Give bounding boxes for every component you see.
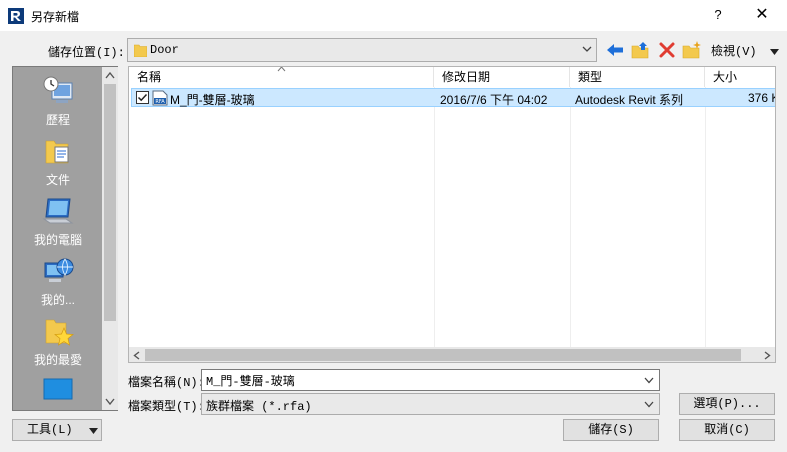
column-divider <box>570 87 571 347</box>
rfa-file-icon: RFA <box>152 90 168 106</box>
revit-app-icon <box>8 8 24 24</box>
computer-icon <box>42 198 74 224</box>
new-folder-icon[interactable] <box>681 40 703 60</box>
file-type: Autodesk Revit 系列 <box>575 93 684 107</box>
places-scroll-thumb[interactable] <box>104 84 116 321</box>
place-network-label: 我的... <box>40 293 75 307</box>
place-computer[interactable]: 我的電腦 <box>13 195 103 248</box>
file-size: 376 K <box>748 91 775 105</box>
chevron-down-icon <box>582 46 592 52</box>
place-favorites-label: 我的最愛 <box>33 353 82 367</box>
place-history[interactable]: 歷程 <box>13 75 103 128</box>
save-location-dropdown[interactable]: Door <box>127 38 597 62</box>
column-header-modified[interactable]: 修改日期 <box>434 67 570 87</box>
back-arrow-icon[interactable] <box>604 40 626 60</box>
views-menu-button[interactable]: 檢視(V) <box>711 42 779 59</box>
file-name-label: 檔案名稱(N): <box>128 376 205 390</box>
cancel-button[interactable]: 取消(C) <box>679 419 775 441</box>
place-documents-label: 文件 <box>45 173 70 187</box>
chevron-down-icon <box>769 48 779 55</box>
desktop-icon <box>43 378 73 400</box>
checkbox-checked-icon[interactable] <box>136 91 149 104</box>
save-button[interactable]: 儲存(S) <box>563 419 659 441</box>
help-button[interactable]: ? <box>706 4 730 26</box>
column-divider <box>705 87 706 347</box>
file-row[interactable]: RFA M_門-雙層-玻璃 2016/7/6 下午 04:02 Autodesk… <box>131 88 775 107</box>
history-icon <box>43 76 73 103</box>
places-bar: 歷程 文件 我的電腦 我的... 我的最愛 <box>12 66 118 411</box>
scroll-down-icon[interactable] <box>105 398 115 405</box>
column-header-type[interactable]: 類型 <box>570 67 705 87</box>
file-modified: 2016/7/6 下午 04:02 <box>440 93 548 107</box>
sort-ascending-icon <box>277 67 286 72</box>
save-location-value: Door <box>150 43 179 57</box>
svg-text:RFA: RFA <box>155 99 165 105</box>
file-name-input[interactable]: M_門-雙層-玻璃 <box>201 369 660 391</box>
file-type-select[interactable]: 族群檔案 (*.rfa) <box>201 393 660 415</box>
tools-label: 工具(L) <box>27 423 73 437</box>
place-desktop[interactable] <box>13 377 103 403</box>
favorites-icon <box>45 319 74 346</box>
title-bar: 另存新檔 ? ✕ <box>0 0 787 31</box>
views-label: 檢視(V) <box>711 45 757 59</box>
window-title: 另存新檔 <box>31 10 80 24</box>
places-scrollbar[interactable] <box>102 67 118 410</box>
column-divider <box>434 87 435 347</box>
place-favorites[interactable]: 我的最愛 <box>13 315 103 368</box>
file-name-value: M_門-雙層-玻璃 <box>206 375 295 389</box>
up-folder-icon[interactable] <box>630 40 652 60</box>
scroll-up-icon[interactable] <box>105 72 115 79</box>
scroll-left-icon[interactable] <box>133 351 140 360</box>
file-list[interactable]: 名稱 修改日期 類型 大小 RFA M_門-雙層-玻璃 2016/7/6 下午 … <box>128 66 776 363</box>
column-header-size[interactable]: 大小 <box>705 67 775 87</box>
options-button[interactable]: 選項(P)... <box>679 393 775 415</box>
file-type-value: 族群檔案 (*.rfa) <box>206 400 312 414</box>
place-history-label: 歷程 <box>45 113 70 127</box>
close-button[interactable]: ✕ <box>746 4 778 26</box>
delete-icon[interactable] <box>656 40 678 60</box>
place-network[interactable]: 我的... <box>13 255 103 308</box>
file-name: M_門-雙層-玻璃 <box>170 93 255 107</box>
file-list-horizontal-scrollbar[interactable] <box>129 347 775 362</box>
chevron-down-icon <box>89 428 98 434</box>
tools-menu-button[interactable]: 工具(L) <box>12 419 102 441</box>
scroll-right-icon[interactable] <box>764 351 771 360</box>
documents-icon <box>45 140 69 164</box>
place-documents[interactable]: 文件 <box>13 135 103 188</box>
horizontal-scroll-thumb[interactable] <box>145 349 741 361</box>
network-icon <box>44 258 74 282</box>
folder-icon <box>134 44 147 57</box>
chevron-down-icon[interactable] <box>644 377 654 384</box>
place-computer-label: 我的電腦 <box>33 233 82 247</box>
file-type-label: 檔案類型(T): <box>128 400 205 414</box>
save-location-label: 儲存位置(I): <box>48 46 125 60</box>
chevron-down-icon <box>644 401 654 408</box>
